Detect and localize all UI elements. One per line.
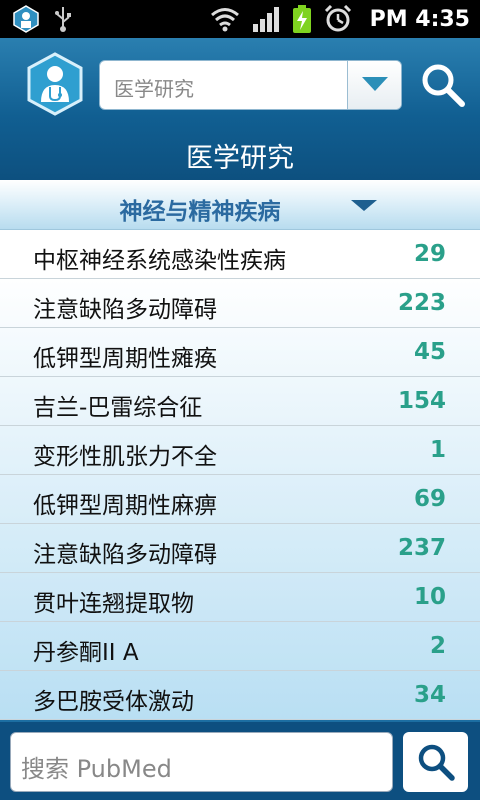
status-bar: PM 4:35 <box>0 0 480 38</box>
alarm-icon <box>324 5 351 32</box>
topic-search-combobox[interactable]: 医学研究 <box>99 60 402 110</box>
list-item-name: 中枢神经系统感染性疾病 <box>33 248 286 274</box>
status-time: PM 4:35 <box>369 6 470 32</box>
pubmed-search-input[interactable]: 搜索 PubMed <box>10 732 393 792</box>
list-item-name: 变形性肌张力不全 <box>33 444 217 470</box>
topic-list: 中枢神经系统感染性疾病 29 注意缺陷多动障碍 223 低钾型周期性瘫痪 45 吉兰-巴雷综… <box>0 230 480 720</box>
category-selector[interactable]: 神经与精神疾病 <box>0 180 480 230</box>
app-header: 医学研究 医学研究 <box>0 38 480 180</box>
list-item-name: 多巴胺受体激动 <box>33 689 194 715</box>
chevron-down-icon <box>362 77 388 91</box>
list-item-count: 10 <box>413 584 446 610</box>
list-item-count: 45 <box>413 339 446 365</box>
list-item-name: 丹参酮II A <box>33 640 139 666</box>
list-item[interactable]: 丹参酮II A 2 <box>0 622 480 671</box>
dropdown-button[interactable] <box>347 61 401 109</box>
category-label: 神经与精神疾病 <box>119 199 281 225</box>
list-item-count: 1 <box>429 437 446 463</box>
list-item[interactable]: 低钾型周期性瘫痪 45 <box>0 328 480 377</box>
usb-icon <box>55 7 71 32</box>
battery-charging-icon <box>292 5 311 33</box>
list-item-count: 237 <box>397 535 446 561</box>
list-item[interactable]: 注意缺陷多动障碍 223 <box>0 279 480 328</box>
search-icon <box>418 744 455 781</box>
list-item[interactable]: 贯叶连翘提取物 10 <box>0 573 480 622</box>
list-item-count: 69 <box>413 486 446 512</box>
pubmed-search-bar: 搜索 PubMed <box>0 720 480 800</box>
list-item-count: 223 <box>397 290 446 316</box>
list-item[interactable]: 低钾型周期性麻痹 69 <box>0 475 480 524</box>
search-icon[interactable] <box>418 60 468 110</box>
pubmed-search-placeholder: 搜索 PubMed <box>21 755 172 783</box>
list-item[interactable]: 注意缺陷多动障碍 237 <box>0 524 480 573</box>
list-item[interactable]: 多巴胺受体激动 34 <box>0 671 480 720</box>
list-item-name: 贯叶连翘提取物 <box>33 591 194 617</box>
list-item-count: 154 <box>397 388 446 414</box>
list-item-name: 低钾型周期性麻痹 <box>33 493 217 519</box>
list-item[interactable]: 中枢神经系统感染性疾病 29 <box>0 230 480 279</box>
list-item[interactable]: 变形性肌张力不全 1 <box>0 426 480 475</box>
list-item-count: 29 <box>413 241 446 267</box>
list-item-name: 注意缺陷多动障碍 <box>33 297 217 323</box>
app-logo-icon[interactable] <box>26 52 84 116</box>
app-notification-icon <box>13 5 39 33</box>
list-item-count: 34 <box>413 682 446 708</box>
list-item[interactable]: 吉兰-巴雷综合征 154 <box>0 377 480 426</box>
topic-search-value: 医学研究 <box>114 77 194 101</box>
wifi-icon <box>210 8 239 32</box>
list-item-name: 低钾型周期性瘫痪 <box>33 346 217 372</box>
page-title: 医学研究 <box>186 143 294 174</box>
list-item-name: 吉兰-巴雷综合征 <box>33 395 203 421</box>
signal-icon <box>252 7 279 32</box>
chevron-down-icon <box>351 200 377 211</box>
pubmed-search-button[interactable] <box>403 732 468 792</box>
list-item-count: 2 <box>429 633 446 659</box>
list-item-name: 注意缺陷多动障碍 <box>33 542 217 568</box>
